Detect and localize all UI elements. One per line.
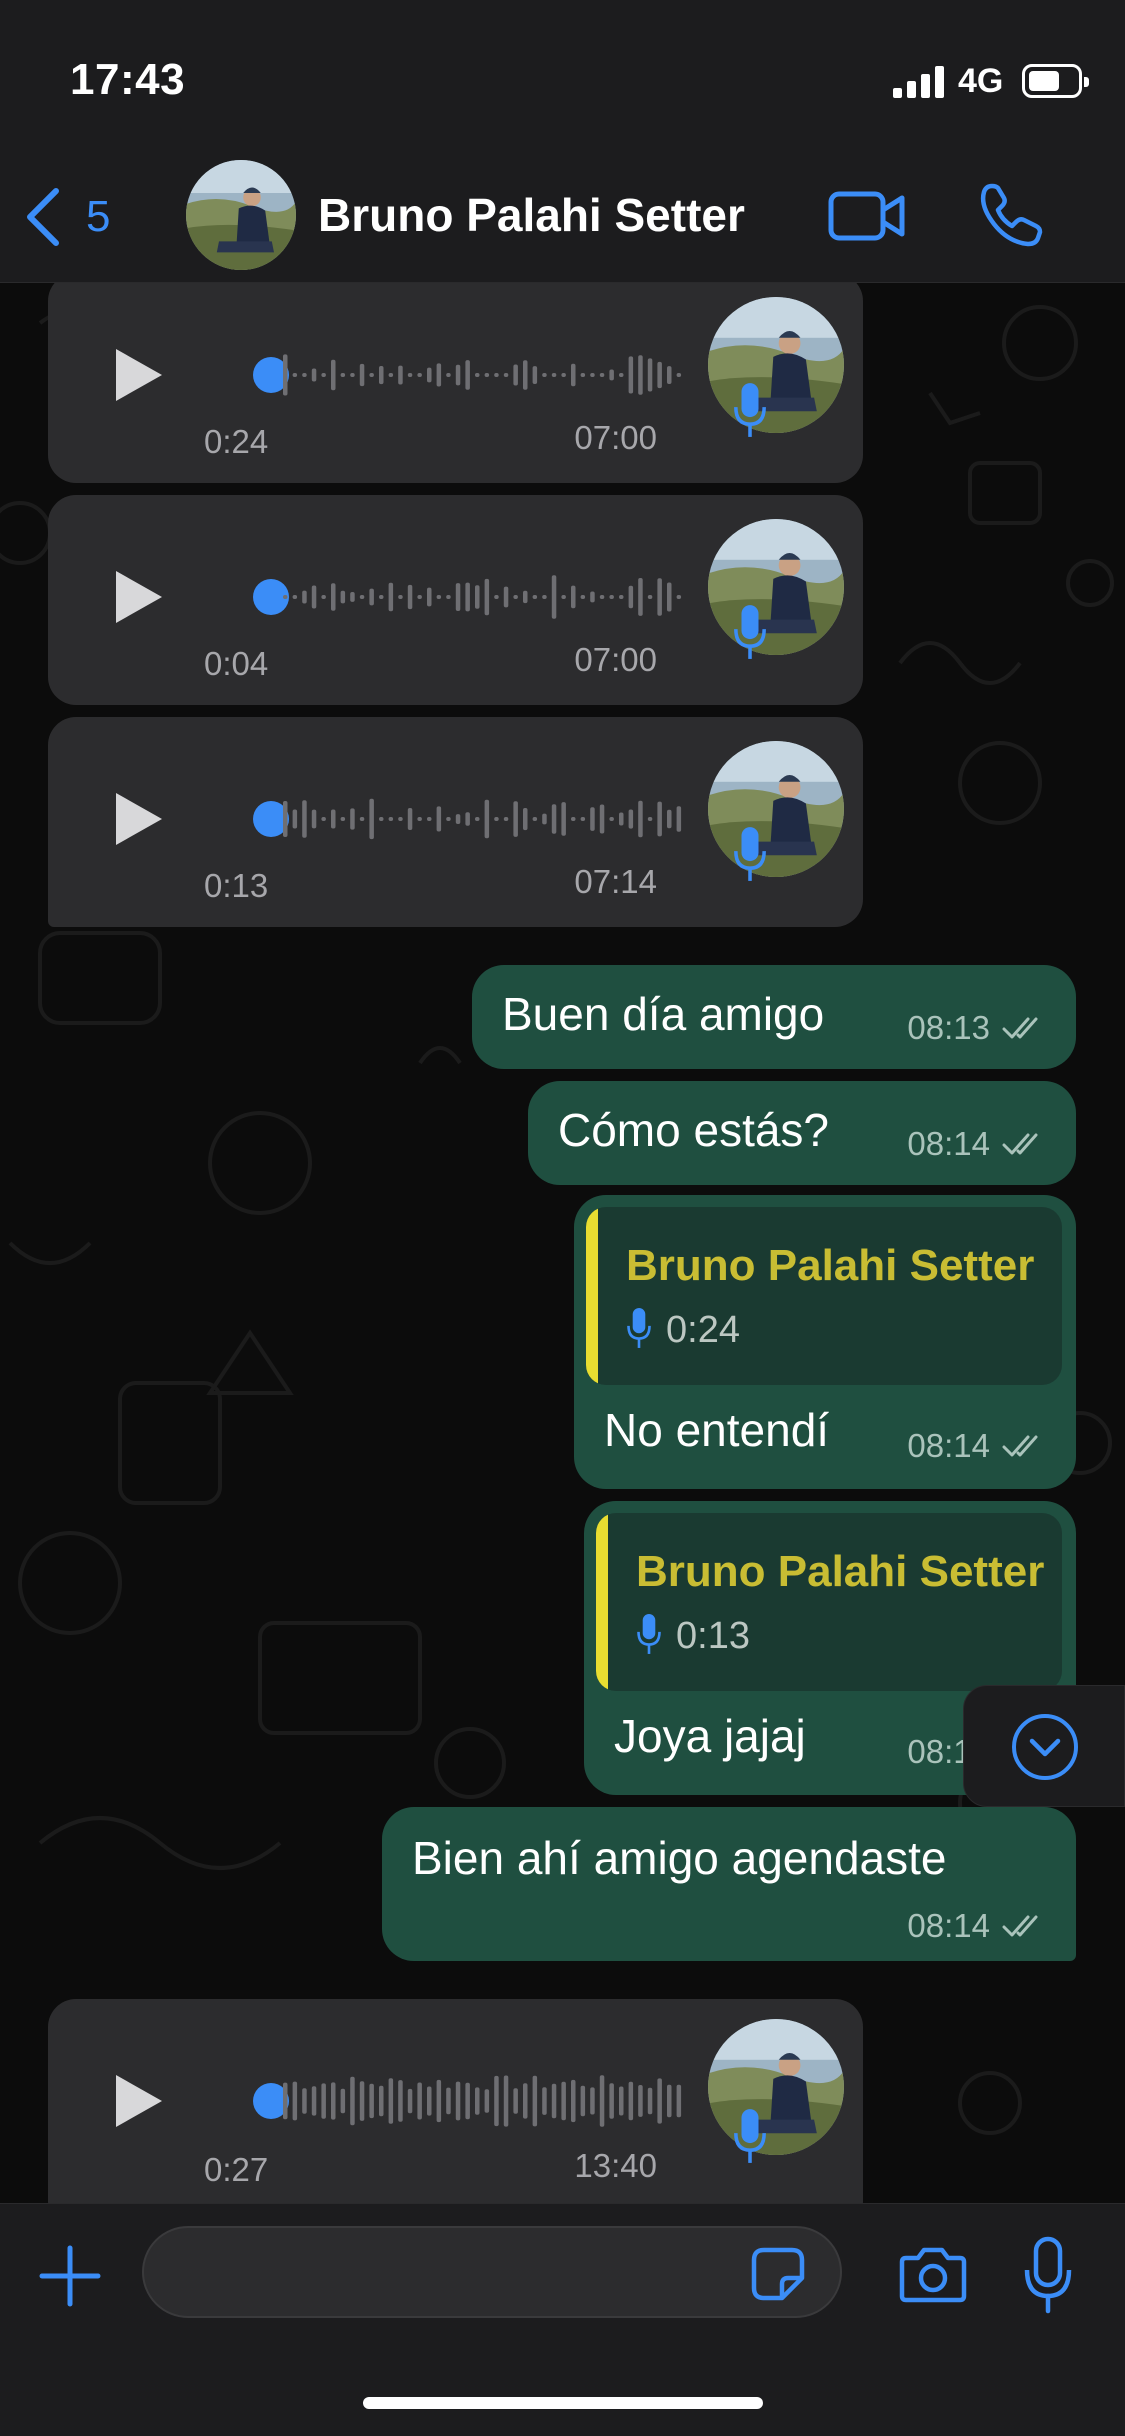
play-icon[interactable] <box>110 789 166 849</box>
sticker-icon[interactable] <box>750 2246 806 2302</box>
back-button[interactable]: 5 <box>22 180 110 254</box>
unread-count: 5 <box>86 192 111 241</box>
message-time: 08:14 <box>907 1427 990 1464</box>
message-input[interactable] <box>142 2226 842 2318</box>
network-type: 4G <box>958 62 1004 100</box>
microphone-icon <box>636 1613 662 1655</box>
voice-message: 0:04 07:00 <box>48 495 863 705</box>
waveform[interactable] <box>253 791 688 847</box>
waveform[interactable] <box>253 2073 688 2129</box>
contact-name[interactable]: Bruno Palahi Setter <box>318 188 745 242</box>
battery-icon <box>1022 64 1089 98</box>
voice-duration: 0:24 <box>204 423 269 460</box>
read-receipt-icon <box>1002 1131 1046 1157</box>
plus-icon[interactable] <box>38 2244 102 2308</box>
status-bar: 17:43 4G <box>0 0 1125 150</box>
outgoing-message[interactable]: Buen día amigo 08:13 <box>472 965 1076 1069</box>
message-text: Joya jajaj <box>614 1710 806 1762</box>
read-receipt-icon <box>1002 1433 1046 1459</box>
chat-header: 5 Bruno Palahi Setter <box>0 150 1125 283</box>
sender-avatar <box>708 2019 844 2155</box>
waveform[interactable] <box>253 569 688 625</box>
quoted-message[interactable]: Bruno Palahi Setter 0:24 <box>586 1207 1062 1385</box>
message-time: 08:13 <box>907 1009 990 1046</box>
voice-duration: 0:04 <box>204 645 269 682</box>
message-time: 07:00 <box>574 419 657 456</box>
play-icon[interactable] <box>110 2071 166 2131</box>
message-list[interactable]: 0:24 07:00 0:04 07:00 0:13 07:14 Buen dí… <box>0 283 1125 2203</box>
message-text: No entendí <box>604 1404 830 1456</box>
chat-screen: 17:43 4G 5 Bruno Palahi Setter 0:24 07:0… <box>0 0 1125 2436</box>
waveform[interactable] <box>253 347 688 403</box>
status-time: 17:43 <box>70 55 186 104</box>
camera-icon[interactable] <box>898 2244 968 2304</box>
contact-avatar[interactable] <box>186 160 296 270</box>
quoted-message[interactable]: Bruno Palahi Setter 0:13 <box>596 1513 1062 1691</box>
microphone-icon[interactable] <box>1023 2236 1073 2314</box>
voice-message: 0:13 07:14 <box>48 717 863 927</box>
message-text: Buen día amigo <box>502 988 825 1040</box>
video-camera-icon[interactable] <box>828 188 906 244</box>
sender-avatar <box>708 519 844 655</box>
outgoing-message[interactable]: Bien ahí amigo agendaste 08:14 <box>382 1807 1076 1961</box>
composer-bar <box>0 2203 1125 2436</box>
microphone-icon <box>733 603 767 661</box>
voice-duration: 0:27 <box>204 2151 269 2188</box>
chevron-left-icon <box>27 188 59 246</box>
scroll-to-bottom-button[interactable] <box>963 1685 1125 1807</box>
message-text: Bien ahí amigo agendaste <box>412 1832 947 1884</box>
read-receipt-icon <box>1002 1015 1046 1041</box>
quoted-duration: 0:13 <box>676 1615 750 1657</box>
message-time: 13:40 <box>574 2147 657 2184</box>
voice-duration: 0:13 <box>204 867 269 904</box>
play-icon[interactable] <box>110 567 166 627</box>
sender-avatar <box>708 297 844 433</box>
message-time: 08:14 <box>907 1907 990 1944</box>
voice-message: 0:24 07:00 <box>48 283 863 483</box>
phone-icon[interactable] <box>978 182 1044 248</box>
quoted-duration: 0:24 <box>666 1309 740 1351</box>
message-time: 07:14 <box>574 863 657 900</box>
microphone-icon <box>733 2107 767 2165</box>
quote-bar <box>586 1207 598 1385</box>
message-time: 07:00 <box>574 641 657 678</box>
signal-icon <box>893 66 945 98</box>
outgoing-message[interactable]: Cómo estás? 08:14 <box>528 1081 1076 1185</box>
quote-bar <box>596 1513 608 1691</box>
outgoing-reply-message[interactable]: Bruno Palahi Setter 0:24 No entendí 08:1… <box>574 1195 1076 1489</box>
voice-message: 0:27 13:40 <box>48 1999 863 2203</box>
microphone-icon <box>733 825 767 883</box>
quoted-sender-name: Bruno Palahi Setter <box>636 1547 1045 1596</box>
read-receipt-icon <box>1002 1913 1046 1939</box>
message-time: 08:14 <box>907 1125 990 1162</box>
message-text: Cómo estás? <box>558 1104 830 1156</box>
chevron-down-circle-icon <box>1012 1714 1078 1780</box>
home-indicator <box>363 2397 763 2409</box>
microphone-icon <box>626 1307 652 1349</box>
microphone-icon <box>733 381 767 439</box>
sender-avatar <box>708 741 844 877</box>
quoted-sender-name: Bruno Palahi Setter <box>626 1241 1035 1290</box>
play-icon[interactable] <box>110 345 166 405</box>
